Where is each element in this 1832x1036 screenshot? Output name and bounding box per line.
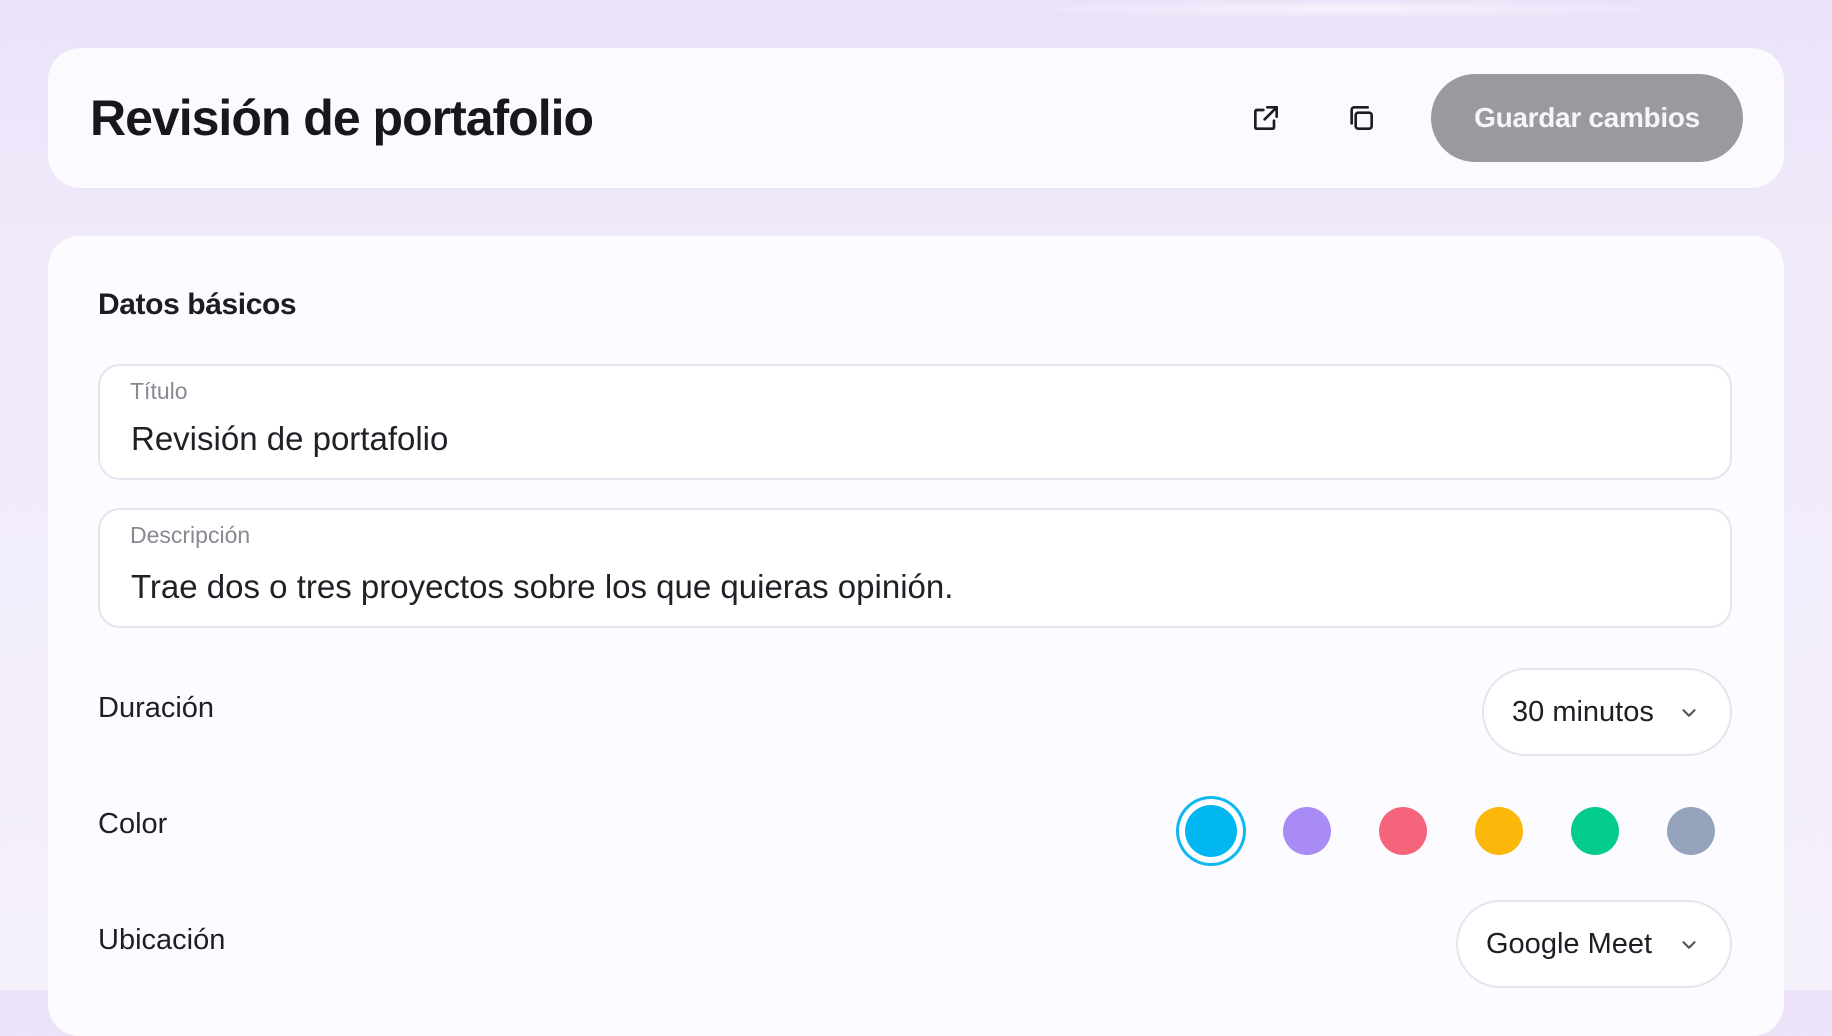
- description-field-label: Descripción: [130, 522, 251, 548]
- swatch-dot: [1185, 805, 1237, 857]
- duration-label: Duración: [98, 692, 215, 724]
- color-swatch-yellow[interactable]: [1464, 796, 1534, 866]
- description-input[interactable]: [131, 566, 1691, 608]
- swatch-dot: [1667, 807, 1715, 855]
- save-changes-button[interactable]: Guardar cambios: [1431, 74, 1743, 162]
- chevron-down-icon: [1682, 941, 1696, 949]
- duration-select[interactable]: 30 minutos: [1482, 668, 1732, 756]
- swatch-dot: [1475, 807, 1523, 855]
- header-card: Revisión de portafolio Guardar cambios: [48, 48, 1784, 188]
- color-swatch-pink[interactable]: [1368, 796, 1438, 866]
- duplicate-button[interactable]: [1337, 94, 1385, 142]
- duration-selected-value: 30 minutos: [1512, 695, 1654, 728]
- title-input[interactable]: [131, 418, 1691, 460]
- external-link-icon: [1254, 106, 1278, 130]
- color-swatch-blue[interactable]: [1176, 796, 1246, 866]
- title-field-label: Título: [130, 378, 188, 404]
- swatch-dot: [1571, 807, 1619, 855]
- color-swatch-purple[interactable]: [1272, 796, 1342, 866]
- location-selected-value: Google Meet: [1486, 927, 1653, 960]
- location-label: Ubicación: [98, 924, 226, 956]
- color-swatch-gray[interactable]: [1656, 796, 1726, 866]
- color-label: Color: [98, 808, 168, 840]
- location-select[interactable]: Google Meet: [1456, 900, 1732, 988]
- chevron-down-icon: [1682, 709, 1696, 717]
- swatch-dot: [1283, 807, 1331, 855]
- color-swatch-green[interactable]: [1560, 796, 1630, 866]
- swatch-dot: [1379, 807, 1427, 855]
- color-picker: [1176, 796, 1776, 866]
- basic-data-card: Datos básicos Título Descripción Duració…: [48, 236, 1784, 1036]
- background-glow: [1000, 0, 1700, 18]
- open-external-button[interactable]: [1242, 94, 1290, 142]
- title-field[interactable]: Título: [98, 364, 1732, 480]
- copy-icon: [1350, 106, 1373, 130]
- section-title: Datos básicos: [98, 288, 297, 321]
- page-title: Revisión de portafolio: [90, 90, 594, 146]
- description-field[interactable]: Descripción: [98, 508, 1732, 628]
